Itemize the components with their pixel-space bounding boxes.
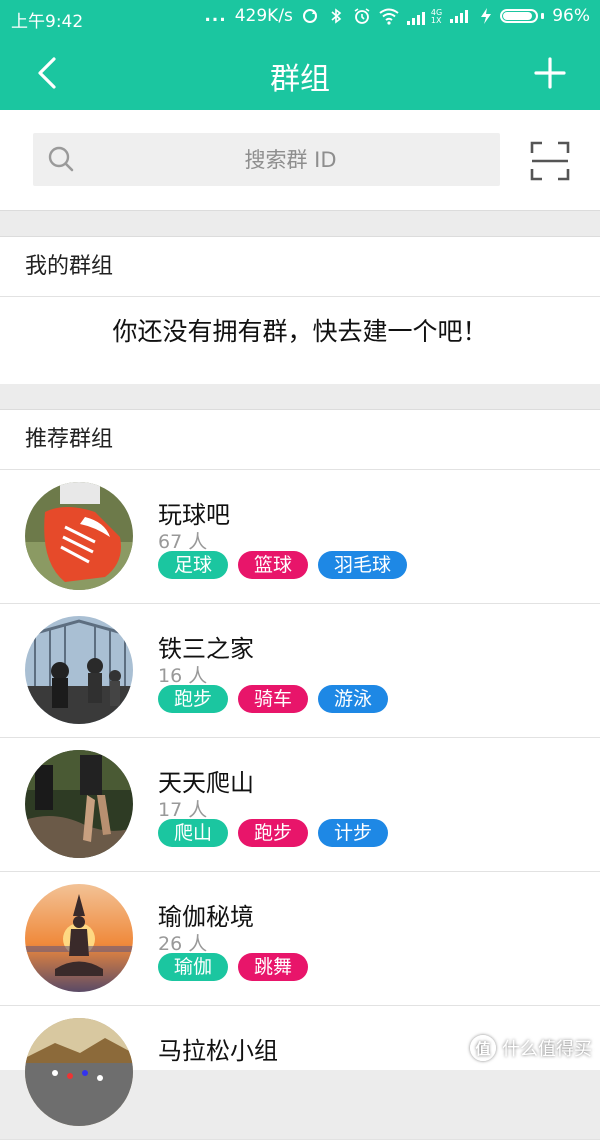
watermark-logo-icon: 值 <box>470 1035 496 1061</box>
alarm-icon <box>354 8 370 24</box>
tag-badge: 篮球 <box>238 551 309 579</box>
marathon-image <box>25 1018 133 1126</box>
battery-shell <box>500 9 539 23</box>
signal-group-1: 4G 1X <box>406 7 442 25</box>
signal-bars-icon <box>406 12 425 25</box>
status-dots: ... <box>204 6 227 26</box>
tag-badge: 瑜伽 <box>158 953 229 981</box>
battery-fill <box>503 12 533 20</box>
group-name: 铁三之家 <box>158 635 254 663</box>
watermark-text: 什么值得买 <box>502 1039 592 1060</box>
empty-groups-message: 你还没有拥有群，快去建一个吧！ <box>112 317 488 346</box>
network-speed: 429K/s <box>234 6 293 26</box>
tag-badge: 羽毛球 <box>318 551 408 579</box>
soccer-shoe-image <box>25 482 133 590</box>
watermark: 值 什么值得买 <box>470 1035 592 1061</box>
signal-bars-icon <box>450 10 469 23</box>
group-member-count: 67 人 <box>158 531 208 553</box>
recommended-groups-section: 推荐群组 玩球吧 67 人 足球 篮球 羽毛球 铁三之家 16 人 跑步 骑车 … <box>0 409 600 1140</box>
status-icons: ... 429K/s 4G 1X 96% <box>204 6 590 26</box>
charging-icon <box>481 8 492 24</box>
tag-badge: 游泳 <box>318 685 389 713</box>
group-avatar <box>25 884 133 992</box>
group-row[interactable]: 马拉松小组 <box>0 1006 600 1140</box>
group-name: 天天爬山 <box>158 769 254 797</box>
group-name: 马拉松小组 <box>158 1037 278 1065</box>
cycling-bridge-image <box>25 616 133 724</box>
group-row[interactable]: 天天爬山 17 人 爬山 跑步 计步 <box>0 738 600 872</box>
battery-cap <box>541 13 545 19</box>
title-bar: 群组 <box>0 36 600 110</box>
tag-badge: 跑步 <box>158 685 229 713</box>
tag-badge: 爬山 <box>158 819 229 847</box>
group-tags: 爬山 跑步 计步 <box>158 819 389 847</box>
tag-badge: 足球 <box>158 551 229 579</box>
tag-badge: 跑步 <box>238 819 309 847</box>
group-row[interactable]: 玩球吧 67 人 足球 篮球 羽毛球 <box>0 470 600 604</box>
tag-badge: 骑车 <box>238 685 309 713</box>
network-sub-type: 1X <box>430 16 442 25</box>
hiking-image <box>25 750 133 858</box>
tag-badge: 跳舞 <box>238 953 309 981</box>
yoga-sunset-image <box>25 884 133 992</box>
group-row[interactable]: 瑜伽秘境 26 人 瑜伽 跳舞 <box>0 872 600 1006</box>
tag-badge: 计步 <box>318 819 389 847</box>
my-groups-section: 我的群组 你还没有拥有群，快去建一个吧！ <box>0 236 600 384</box>
status-time: 上午9:42 <box>11 12 84 32</box>
network-type-label: 4G 1X <box>431 9 442 25</box>
group-member-count: 16 人 <box>158 665 208 687</box>
scan-icon[interactable] <box>530 141 570 181</box>
search-area <box>0 110 600 211</box>
section-header-my-groups: 我的群组 <box>0 237 600 297</box>
status-bar: 上午9:42 ... 429K/s 4G 1X 96% <box>0 0 600 36</box>
battery-percent: 96% <box>552 6 590 26</box>
section-header-recommended: 推荐群组 <box>0 410 600 470</box>
group-name: 玩球吧 <box>158 501 230 529</box>
group-row[interactable]: 铁三之家 16 人 跑步 骑车 游泳 <box>0 604 600 738</box>
group-tags: 足球 篮球 羽毛球 <box>158 551 408 579</box>
group-avatar <box>25 1018 133 1126</box>
group-tags: 瑜伽 跳舞 <box>158 953 309 981</box>
search-input[interactable] <box>93 133 488 186</box>
search-box[interactable] <box>33 133 500 186</box>
group-avatar <box>25 482 133 590</box>
battery-icon <box>500 9 545 23</box>
group-avatar <box>25 750 133 858</box>
group-tags: 跑步 骑车 游泳 <box>158 685 389 713</box>
wifi-icon <box>379 8 399 25</box>
group-member-count: 26 人 <box>158 933 208 955</box>
bluetooth-icon <box>331 8 342 24</box>
group-member-count: 17 人 <box>158 799 208 821</box>
page-title: 群组 <box>270 62 330 97</box>
plus-icon[interactable] <box>530 53 570 93</box>
group-avatar <box>25 616 133 724</box>
group-name: 瑜伽秘境 <box>158 903 254 931</box>
sync-icon <box>302 9 317 23</box>
search-icon <box>48 146 74 172</box>
